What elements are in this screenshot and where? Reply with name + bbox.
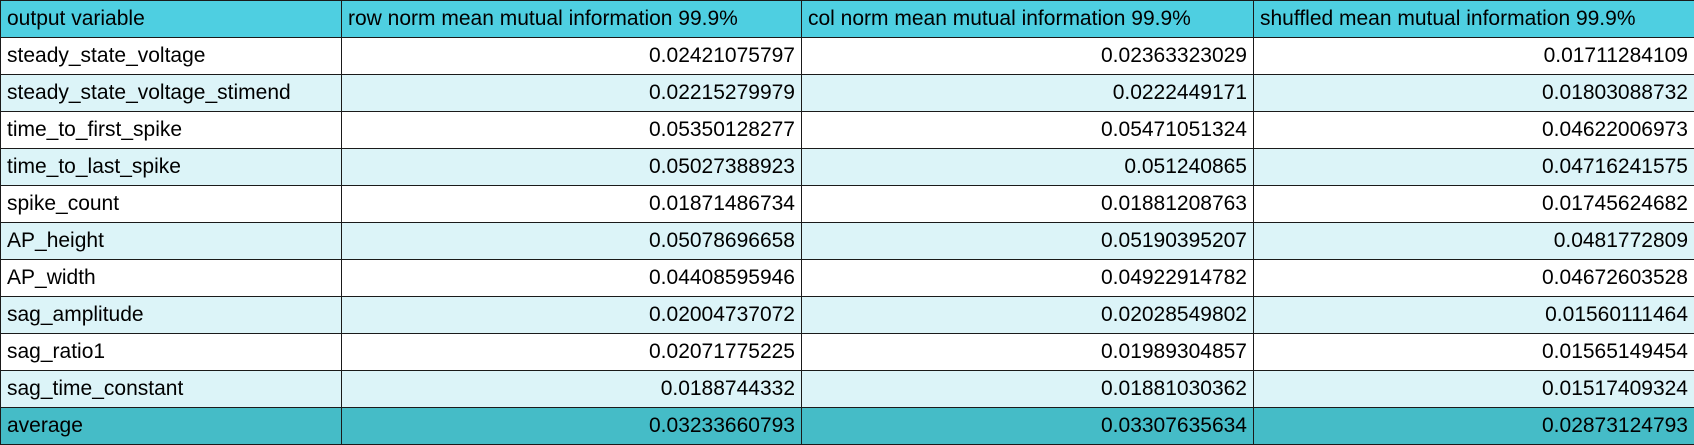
table-header: output variable row norm mean mutual inf…: [1, 1, 1694, 38]
cell-output-variable[interactable]: steady_state_voltage: [1, 38, 342, 75]
cell-output-variable[interactable]: sag_ratio1: [1, 334, 342, 371]
cell-shuffled[interactable]: 0.01711284109: [1254, 38, 1694, 75]
cell-shuffled[interactable]: 0.01803088732: [1254, 75, 1694, 112]
cell-col-norm[interactable]: 0.01881030362: [802, 371, 1254, 408]
table-row: time_to_first_spike 0.05350128277 0.0547…: [1, 112, 1694, 149]
average-row: average 0.03233660793 0.03307635634 0.02…: [1, 408, 1694, 445]
cell-output-variable[interactable]: sag_amplitude: [1, 297, 342, 334]
cell-shuffled[interactable]: 0.01565149454: [1254, 334, 1694, 371]
cell-col-norm[interactable]: 0.05471051324: [802, 112, 1254, 149]
table-body: steady_state_voltage 0.02421075797 0.023…: [1, 38, 1694, 408]
cell-output-variable[interactable]: spike_count: [1, 186, 342, 223]
cell-row-norm[interactable]: 0.05350128277: [342, 112, 802, 149]
cell-average-row-norm[interactable]: 0.03233660793: [342, 408, 802, 445]
cell-col-norm[interactable]: 0.04922914782: [802, 260, 1254, 297]
cell-output-variable[interactable]: sag_time_constant: [1, 371, 342, 408]
cell-average-label[interactable]: average: [1, 408, 342, 445]
cell-average-col-norm[interactable]: 0.03307635634: [802, 408, 1254, 445]
cell-output-variable[interactable]: AP_width: [1, 260, 342, 297]
table-row: time_to_last_spike 0.05027388923 0.05124…: [1, 149, 1694, 186]
cell-row-norm[interactable]: 0.01871486734: [342, 186, 802, 223]
cell-shuffled[interactable]: 0.04622006973: [1254, 112, 1694, 149]
header-row: output variable row norm mean mutual inf…: [1, 1, 1694, 38]
table-row: AP_width 0.04408595946 0.04922914782 0.0…: [1, 260, 1694, 297]
cell-output-variable[interactable]: time_to_last_spike: [1, 149, 342, 186]
cell-output-variable[interactable]: steady_state_voltage_stimend: [1, 75, 342, 112]
cell-col-norm[interactable]: 0.051240865: [802, 149, 1254, 186]
cell-shuffled[interactable]: 0.0481772809: [1254, 223, 1694, 260]
cell-row-norm[interactable]: 0.02215279979: [342, 75, 802, 112]
table-footer: average 0.03233660793 0.03307635634 0.02…: [1, 408, 1694, 445]
cell-col-norm[interactable]: 0.02363323029: [802, 38, 1254, 75]
header-cell-shuffled[interactable]: shuffled mean mutual information 99.9%: [1254, 1, 1694, 38]
cell-row-norm[interactable]: 0.05078696658: [342, 223, 802, 260]
cell-shuffled[interactable]: 0.01560111464: [1254, 297, 1694, 334]
cell-col-norm[interactable]: 0.01881208763: [802, 186, 1254, 223]
cell-shuffled[interactable]: 0.04672603528: [1254, 260, 1694, 297]
cell-average-shuffled[interactable]: 0.02873124793: [1254, 408, 1694, 445]
cell-shuffled[interactable]: 0.04716241575: [1254, 149, 1694, 186]
header-cell-col-norm[interactable]: col norm mean mutual information 99.9%: [802, 1, 1254, 38]
cell-col-norm[interactable]: 0.0222449171: [802, 75, 1254, 112]
header-cell-output-variable[interactable]: output variable: [1, 1, 342, 38]
cell-shuffled[interactable]: 0.01517409324: [1254, 371, 1694, 408]
cell-output-variable[interactable]: AP_height: [1, 223, 342, 260]
table-row: steady_state_voltage 0.02421075797 0.023…: [1, 38, 1694, 75]
table-row: AP_height 0.05078696658 0.05190395207 0.…: [1, 223, 1694, 260]
table-row: sag_ratio1 0.02071775225 0.01989304857 0…: [1, 334, 1694, 371]
mutual-information-table: output variable row norm mean mutual inf…: [0, 0, 1694, 445]
cell-shuffled[interactable]: 0.01745624682: [1254, 186, 1694, 223]
table-row: steady_state_voltage_stimend 0.022152799…: [1, 75, 1694, 112]
cell-row-norm[interactable]: 0.02071775225: [342, 334, 802, 371]
cell-row-norm[interactable]: 0.02421075797: [342, 38, 802, 75]
table-row: sag_time_constant 0.0188744332 0.0188103…: [1, 371, 1694, 408]
spreadsheet: output variable row norm mean mutual inf…: [0, 0, 1694, 445]
cell-row-norm[interactable]: 0.02004737072: [342, 297, 802, 334]
cell-col-norm[interactable]: 0.01989304857: [802, 334, 1254, 371]
table-row: sag_amplitude 0.02004737072 0.0202854980…: [1, 297, 1694, 334]
cell-row-norm[interactable]: 0.04408595946: [342, 260, 802, 297]
header-cell-row-norm[interactable]: row norm mean mutual information 99.9%: [342, 1, 802, 38]
cell-col-norm[interactable]: 0.02028549802: [802, 297, 1254, 334]
cell-row-norm[interactable]: 0.0188744332: [342, 371, 802, 408]
cell-row-norm[interactable]: 0.05027388923: [342, 149, 802, 186]
cell-output-variable[interactable]: time_to_first_spike: [1, 112, 342, 149]
cell-col-norm[interactable]: 0.05190395207: [802, 223, 1254, 260]
table-row: spike_count 0.01871486734 0.01881208763 …: [1, 186, 1694, 223]
